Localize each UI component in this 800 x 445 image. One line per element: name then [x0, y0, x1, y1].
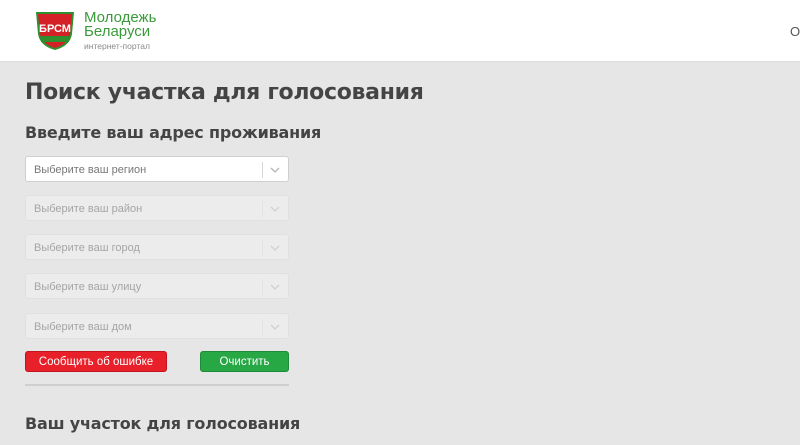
- street-select-placeholder: Выберите ваш улицу: [34, 281, 142, 293]
- report-error-button[interactable]: Сообщить об ошибке: [25, 351, 167, 372]
- city-select[interactable]: Выберите ваш город: [25, 234, 289, 260]
- chevron-down-icon[interactable]: [270, 165, 280, 175]
- select-separator: [262, 240, 263, 256]
- logo-badge-text: БРСМ: [39, 23, 71, 35]
- address-heading: Введите ваш адрес проживания: [25, 123, 322, 142]
- page-title: Поиск участка для голосования: [25, 80, 424, 105]
- house-select-placeholder: Выберите ваш дом: [34, 321, 132, 333]
- select-separator: [262, 279, 263, 295]
- chevron-down-icon[interactable]: [270, 204, 280, 214]
- region-select-placeholder: Выберите ваш регион: [34, 164, 147, 176]
- district-select-placeholder: Выберите ваш район: [34, 203, 143, 215]
- chevron-down-icon[interactable]: [270, 243, 280, 253]
- site-logo-text[interactable]: Молодежь Беларуси интернет-портал: [84, 10, 156, 51]
- city-select-placeholder: Выберите ваш город: [34, 242, 140, 254]
- select-separator: [262, 162, 263, 178]
- street-select[interactable]: Выберите ваш улицу: [25, 273, 289, 299]
- brsm-badge-icon[interactable]: БРСМ: [32, 8, 78, 52]
- result-heading: Ваш участок для голосования: [25, 414, 301, 433]
- clear-button[interactable]: Очистить: [200, 351, 289, 372]
- select-separator: [262, 201, 263, 217]
- house-select[interactable]: Выберите ваш дом: [25, 313, 289, 339]
- district-select[interactable]: Выберите ваш район: [25, 195, 289, 221]
- site-header: БРСМ Молодежь Беларуси интернет-портал О: [0, 0, 800, 62]
- header-menu-fragment[interactable]: О: [790, 24, 800, 39]
- logo-title-line2: Беларуси: [84, 23, 151, 40]
- section-divider: [25, 384, 289, 386]
- region-select[interactable]: Выберите ваш регион: [25, 156, 289, 182]
- chevron-down-icon[interactable]: [270, 282, 280, 292]
- select-separator: [262, 319, 263, 335]
- logo-subtitle: интернет-портал: [84, 41, 150, 51]
- chevron-down-icon[interactable]: [270, 322, 280, 332]
